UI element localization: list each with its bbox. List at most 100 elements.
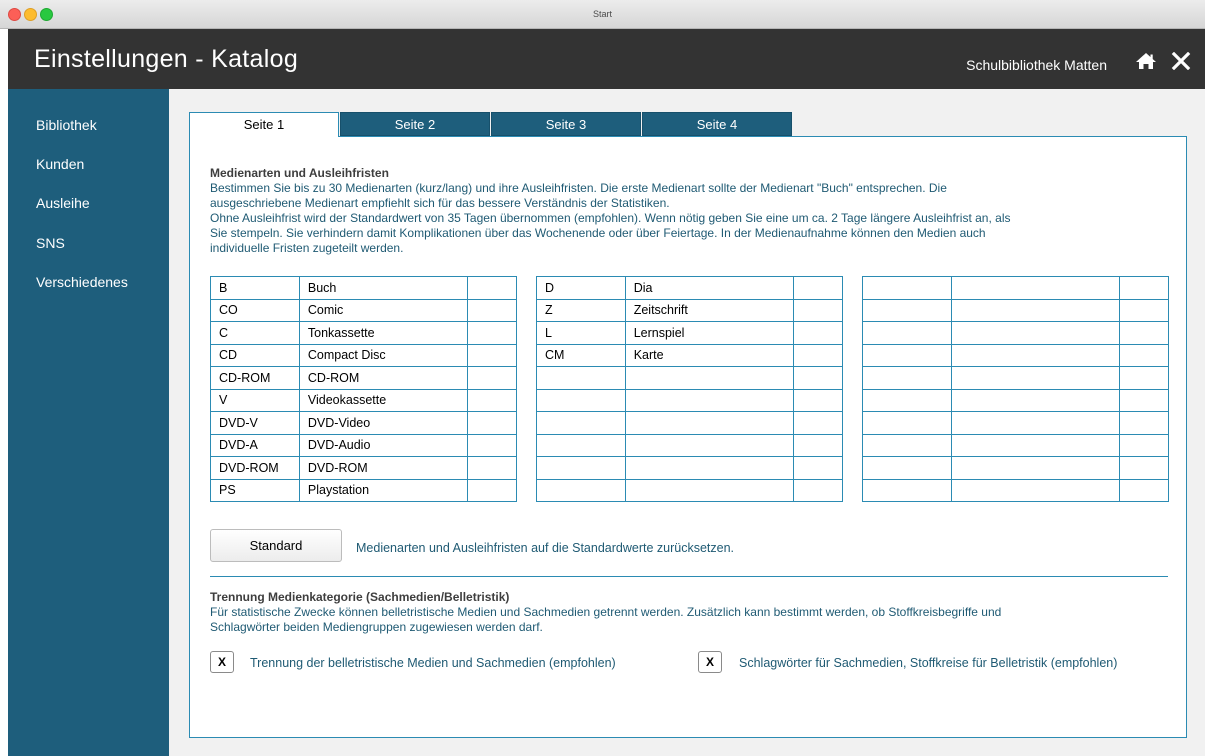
media-code-cell[interactable] [536, 388, 626, 412]
media-loan-period-cell[interactable] [467, 321, 517, 345]
media-code-cell[interactable] [862, 343, 952, 367]
media-loan-period-cell[interactable] [467, 478, 517, 502]
media-loan-period-cell[interactable] [1119, 366, 1169, 390]
media-loan-period-cell[interactable] [793, 276, 843, 300]
media-code-cell[interactable]: C [210, 321, 300, 345]
media-name-cell[interactable] [950, 478, 1121, 502]
media-code-cell[interactable] [862, 433, 952, 457]
media-loan-period-cell[interactable] [793, 321, 843, 345]
media-name-cell[interactable]: Dia [624, 276, 795, 300]
media-loan-period-cell[interactable] [467, 388, 517, 412]
media-code-cell[interactable]: L [536, 321, 626, 345]
sidebar-item-verschiedenes[interactable]: Verschiedenes [36, 274, 128, 290]
media-name-cell[interactable] [950, 321, 1121, 345]
media-code-cell[interactable] [862, 366, 952, 390]
media-loan-period-cell[interactable] [1119, 343, 1169, 367]
media-loan-period-cell[interactable] [467, 411, 517, 435]
media-loan-period-cell[interactable] [1119, 478, 1169, 502]
media-name-cell[interactable] [950, 366, 1121, 390]
sidebar-item-sns[interactable]: SNS [36, 235, 65, 251]
media-loan-period-cell[interactable] [793, 433, 843, 457]
media-name-cell[interactable] [950, 411, 1121, 435]
media-name-cell[interactable] [950, 276, 1121, 300]
media-name-cell[interactable]: Buch [298, 276, 469, 300]
media-loan-period-cell[interactable] [1119, 298, 1169, 322]
media-name-cell[interactable] [950, 298, 1121, 322]
media-loan-period-cell[interactable] [793, 478, 843, 502]
media-code-cell[interactable] [536, 478, 626, 502]
tab-seite-1[interactable]: Seite 1 [189, 112, 339, 137]
media-loan-period-cell[interactable] [1119, 388, 1169, 412]
media-name-cell[interactable]: Videokassette [298, 388, 469, 412]
media-loan-period-cell[interactable] [467, 276, 517, 300]
sidebar-item-ausleihe[interactable]: Ausleihe [36, 195, 90, 211]
media-loan-period-cell[interactable] [793, 411, 843, 435]
media-code-cell[interactable] [862, 276, 952, 300]
media-loan-period-cell[interactable] [1119, 276, 1169, 300]
media-loan-period-cell[interactable] [793, 388, 843, 412]
tab-seite-4[interactable]: Seite 4 [642, 112, 792, 136]
media-name-cell[interactable]: Zeitschrift [624, 298, 795, 322]
media-loan-period-cell[interactable] [467, 456, 517, 480]
media-name-cell[interactable]: Lernspiel [624, 321, 795, 345]
media-loan-period-cell[interactable] [1119, 321, 1169, 345]
media-code-cell[interactable]: Z [536, 298, 626, 322]
media-code-cell[interactable] [862, 411, 952, 435]
media-name-cell[interactable] [950, 433, 1121, 457]
media-name-cell[interactable]: Comic [298, 298, 469, 322]
media-code-cell[interactable] [536, 366, 626, 390]
media-name-cell[interactable]: Playstation [298, 478, 469, 502]
media-name-cell[interactable] [624, 388, 795, 412]
home-icon[interactable] [1135, 52, 1157, 70]
media-code-cell[interactable] [862, 478, 952, 502]
media-loan-period-cell[interactable] [1119, 411, 1169, 435]
media-code-cell[interactable]: CD-ROM [210, 366, 300, 390]
media-code-cell[interactable]: PS [210, 478, 300, 502]
media-loan-period-cell[interactable] [793, 366, 843, 390]
media-name-cell[interactable] [624, 456, 795, 480]
media-name-cell[interactable] [624, 411, 795, 435]
media-loan-period-cell[interactable] [793, 298, 843, 322]
media-name-cell[interactable] [950, 343, 1121, 367]
media-code-cell[interactable] [536, 456, 626, 480]
media-loan-period-cell[interactable] [467, 366, 517, 390]
media-code-cell[interactable]: DVD-ROM [210, 456, 300, 480]
media-code-cell[interactable] [862, 298, 952, 322]
media-code-cell[interactable] [536, 433, 626, 457]
media-name-cell[interactable]: DVD-Video [298, 411, 469, 435]
media-code-cell[interactable]: CM [536, 343, 626, 367]
media-name-cell[interactable]: Karte [624, 343, 795, 367]
close-icon[interactable] [1171, 51, 1191, 71]
media-name-cell[interactable] [950, 456, 1121, 480]
tab-seite-3[interactable]: Seite 3 [491, 112, 641, 136]
media-code-cell[interactable]: CD [210, 343, 300, 367]
media-name-cell[interactable]: DVD-ROM [298, 456, 469, 480]
media-name-cell[interactable] [624, 433, 795, 457]
media-name-cell[interactable]: Tonkassette [298, 321, 469, 345]
standard-button[interactable]: Standard [210, 529, 342, 562]
media-loan-period-cell[interactable] [467, 433, 517, 457]
media-code-cell[interactable] [862, 321, 952, 345]
media-loan-period-cell[interactable] [793, 343, 843, 367]
sidebar-item-kunden[interactable]: Kunden [36, 156, 84, 172]
media-code-cell[interactable]: CO [210, 298, 300, 322]
media-code-cell[interactable] [862, 388, 952, 412]
media-name-cell[interactable] [624, 478, 795, 502]
media-code-cell[interactable]: D [536, 276, 626, 300]
media-loan-period-cell[interactable] [1119, 433, 1169, 457]
media-code-cell[interactable] [536, 411, 626, 435]
media-loan-period-cell[interactable] [467, 298, 517, 322]
media-name-cell[interactable]: DVD-Audio [298, 433, 469, 457]
media-name-cell[interactable] [624, 366, 795, 390]
media-code-cell[interactable] [862, 456, 952, 480]
checkbox-schlagwoerter[interactable]: X [698, 651, 722, 673]
media-name-cell[interactable]: Compact Disc [298, 343, 469, 367]
media-code-cell[interactable]: DVD-A [210, 433, 300, 457]
media-code-cell[interactable]: V [210, 388, 300, 412]
checkbox-trennung[interactable]: X [210, 651, 234, 673]
media-name-cell[interactable]: CD-ROM [298, 366, 469, 390]
media-code-cell[interactable]: B [210, 276, 300, 300]
sidebar-item-bibliothek[interactable]: Bibliothek [36, 117, 97, 133]
media-code-cell[interactable]: DVD-V [210, 411, 300, 435]
media-loan-period-cell[interactable] [793, 456, 843, 480]
